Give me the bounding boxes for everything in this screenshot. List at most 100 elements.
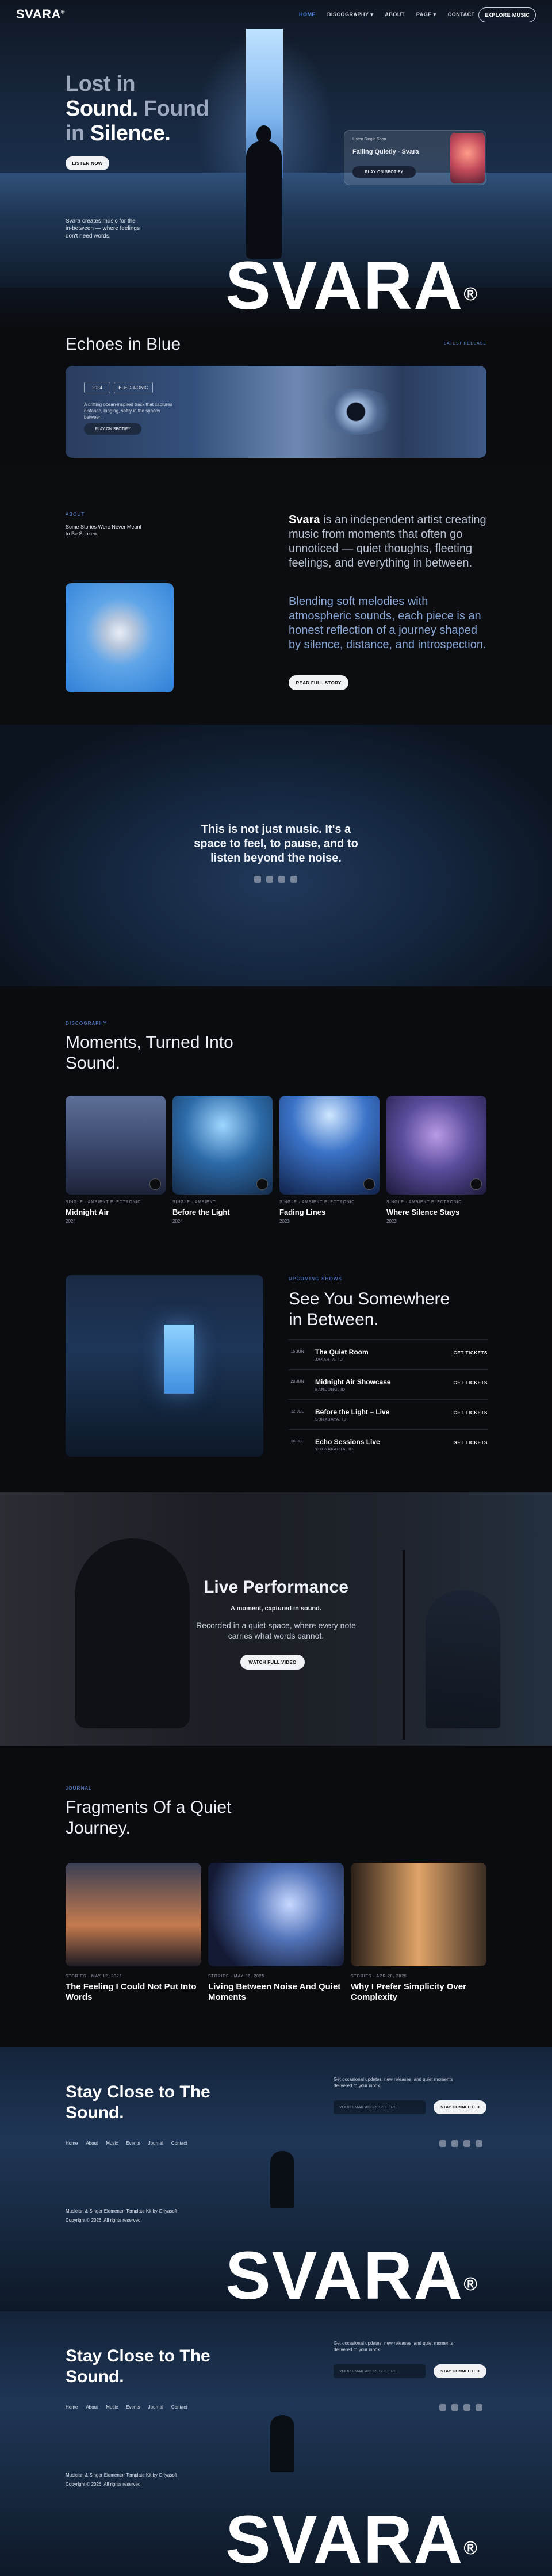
footer-link-about[interactable]: About <box>86 2141 98 2146</box>
footer-link-events[interactable]: Events <box>126 2141 140 2146</box>
footer-link-home[interactable]: Home <box>66 2141 78 2146</box>
footer-link-journal[interactable]: Journal <box>148 2405 163 2410</box>
email-input[interactable]: YOUR EMAIL ADDRESS HERE <box>334 2100 425 2114</box>
play-on-spotify-button[interactable]: PLAY ON SPOTIFY <box>352 166 416 178</box>
footer-link-music[interactable]: Music <box>106 2405 118 2410</box>
nav-about[interactable]: ABOUT <box>385 12 405 18</box>
play-icon[interactable] <box>470 1178 482 1190</box>
soundcloud-icon[interactable] <box>266 876 273 883</box>
event-row: 12 JUL Before the Light – Live SURABAYA,… <box>289 1399 488 1429</box>
latest-release-title: Echoes in Blue <box>66 335 181 354</box>
hero-title-silence: Silence. <box>90 121 171 146</box>
page: SVARA® HOME DISCOGRAPHY ▾ ABOUT PAGE ▾ C… <box>0 0 552 2576</box>
get-tickets-link[interactable]: GET TICKETS <box>454 1350 488 1356</box>
cloud-head-portrait <box>66 583 174 692</box>
spotify-icon[interactable] <box>439 2140 446 2147</box>
live-performance-section: Live Performance A moment, captured in s… <box>0 1492 552 1746</box>
youtube-icon[interactable] <box>463 2404 470 2411</box>
nav-contact[interactable]: CONTACT <box>448 12 475 18</box>
event-row: 26 JUL Echo Sessions Live YOGYAKARTA, ID… <box>289 1429 488 1459</box>
subscribe-button[interactable]: STAY CONNECTED <box>434 2100 486 2114</box>
apple-music-icon[interactable] <box>290 876 297 883</box>
discography-section: DISCOGRAPHY Moments, Turned Into Sound. … <box>0 986 552 1228</box>
nav-discography[interactable]: DISCOGRAPHY ▾ <box>327 12 373 18</box>
event-location: BANDUNG, ID <box>315 1388 346 1392</box>
live-title: Live Performance <box>204 1578 348 1597</box>
play-icon[interactable] <box>256 1178 268 1190</box>
silhouette-figure <box>246 141 282 259</box>
footer-title: Stay Close to The Sound. <box>66 2083 210 2122</box>
get-tickets-link[interactable]: GET TICKETS <box>454 1380 488 1385</box>
footer-link-journal[interactable]: Journal <box>148 2141 163 2146</box>
event-name: Midnight Air Showcase <box>315 1378 391 1386</box>
spotify-icon[interactable] <box>439 2404 446 2411</box>
read-full-story-button[interactable]: READ FULL STORY <box>289 675 348 690</box>
footer-link-events[interactable]: Events <box>126 2405 140 2410</box>
album-card[interactable]: SINGLE · AMBIENT ELECTRONIC Fading Lines… <box>279 1096 379 1224</box>
upcoming-title: See You Somewhere in Between. <box>289 1289 450 1329</box>
footer-brand-wordmark: SVARA® <box>225 2238 478 2312</box>
watch-full-video-button[interactable]: WATCH FULL VIDEO <box>240 1655 305 1670</box>
album-genre: SINGLE · AMBIENT ELECTRONIC <box>386 1200 462 1204</box>
get-tickets-link[interactable]: GET TICKETS <box>454 1410 488 1415</box>
genre-tag: ELECTRONIC <box>114 382 153 393</box>
now-playing-card: Listen Single Soon Falling Quietly - Sva… <box>344 130 486 185</box>
about-label: ABOUT <box>66 512 85 517</box>
latest-release-label[interactable]: LATEST RELEASE <box>444 342 486 346</box>
post-title[interactable]: The Feeling I Could Not Put Into Words <box>66 1982 201 2003</box>
footer-link-contact[interactable]: Contact <box>171 2405 187 2410</box>
album-card[interactable]: SINGLE · AMBIENT Before the Light 2024 <box>172 1096 273 1224</box>
footer-link-about[interactable]: About <box>86 2405 98 2410</box>
youtube-icon[interactable] <box>278 876 285 883</box>
email-input[interactable]: YOUR EMAIL ADDRESS HERE <box>334 2364 425 2378</box>
site-footer-duplicate: Stay Close to The Sound. Get occasional … <box>0 2311 552 2576</box>
album-card[interactable]: SINGLE · AMBIENT ELECTRONIC Where Silenc… <box>386 1096 486 1224</box>
journal-post[interactable]: STORIES · MAY 12, 2025 The Feeling I Cou… <box>66 1863 201 2003</box>
latest-release-card[interactable]: 2024 ELECTRONIC A drifting ocean-inspire… <box>66 366 486 458</box>
soundcloud-icon[interactable] <box>451 2404 458 2411</box>
event-date: 12 JUL <box>290 1410 304 1414</box>
nav-home[interactable]: HOME <box>299 12 316 18</box>
footer-link-home[interactable]: Home <box>66 2405 78 2410</box>
album-card[interactable]: SINGLE · AMBIENT ELECTRONIC Midnight Air… <box>66 1096 166 1224</box>
post-meta: STORIES · APR 28, 2025 <box>351 1974 407 1978</box>
post-meta: STORIES · MAY 06, 2025 <box>208 1974 265 1978</box>
album-name[interactable]: Where Silence Stays <box>386 1208 486 1216</box>
youtube-icon[interactable] <box>463 2140 470 2147</box>
apple-music-icon[interactable] <box>476 2404 482 2411</box>
latest-release-section: Echoes in Blue LATEST RELEASE 2024 ELECT… <box>0 328 552 466</box>
footer-links: Home About Music Events Journal Contact <box>66 2405 187 2410</box>
explore-music-button[interactable]: EXPLORE MUSIC <box>478 7 536 22</box>
nav-page[interactable]: PAGE ▾ <box>416 12 436 18</box>
site-logo[interactable]: SVARA® <box>16 7 65 22</box>
footer-social-icons <box>439 2403 488 2414</box>
footer-brand-wordmark: SVARA® <box>225 2502 478 2576</box>
subscribe-button[interactable]: STAY CONNECTED <box>434 2364 486 2378</box>
post-title[interactable]: Living Between Noise And Quiet Moments <box>208 1982 344 2003</box>
journal-post[interactable]: STORIES · APR 28, 2025 Why I Prefer Simp… <box>351 1863 486 2003</box>
release-play-button[interactable]: PLAY ON SPOTIFY <box>84 423 141 435</box>
play-icon[interactable] <box>150 1178 161 1190</box>
album-year: 2023 <box>279 1219 290 1224</box>
about-paragraph-2: Blending soft melodies with atmospheric … <box>289 595 486 651</box>
event-date: 28 JUN <box>290 1380 304 1384</box>
quote-section: This is not just music. It's a space to … <box>0 725 552 986</box>
album-name[interactable]: Fading Lines <box>279 1208 379 1216</box>
album-name[interactable]: Before the Light <box>172 1208 273 1216</box>
footer-link-contact[interactable]: Contact <box>171 2141 187 2146</box>
newsletter-text: Get occasional updates, new releases, an… <box>334 2341 453 2352</box>
journal-post[interactable]: STORIES · MAY 06, 2025 Living Between No… <box>208 1863 344 2003</box>
apple-music-icon[interactable] <box>476 2140 482 2147</box>
soundcloud-icon[interactable] <box>451 2140 458 2147</box>
footer-link-music[interactable]: Music <box>106 2141 118 2146</box>
post-title[interactable]: Why I Prefer Simplicity Over Complexity <box>351 1982 486 2003</box>
album-name[interactable]: Midnight Air <box>66 1208 166 1216</box>
listen-now-button[interactable]: LISTEN NOW <box>66 156 109 170</box>
discography-label: DISCOGRAPHY <box>66 1021 108 1026</box>
event-date: 15 JUN <box>290 1350 304 1354</box>
play-icon[interactable] <box>363 1178 375 1190</box>
social-icons <box>254 875 302 886</box>
get-tickets-link[interactable]: GET TICKETS <box>454 1440 488 1445</box>
spotify-icon[interactable] <box>254 876 261 883</box>
hero-description: Svara creates music for the in-between —… <box>66 218 140 239</box>
